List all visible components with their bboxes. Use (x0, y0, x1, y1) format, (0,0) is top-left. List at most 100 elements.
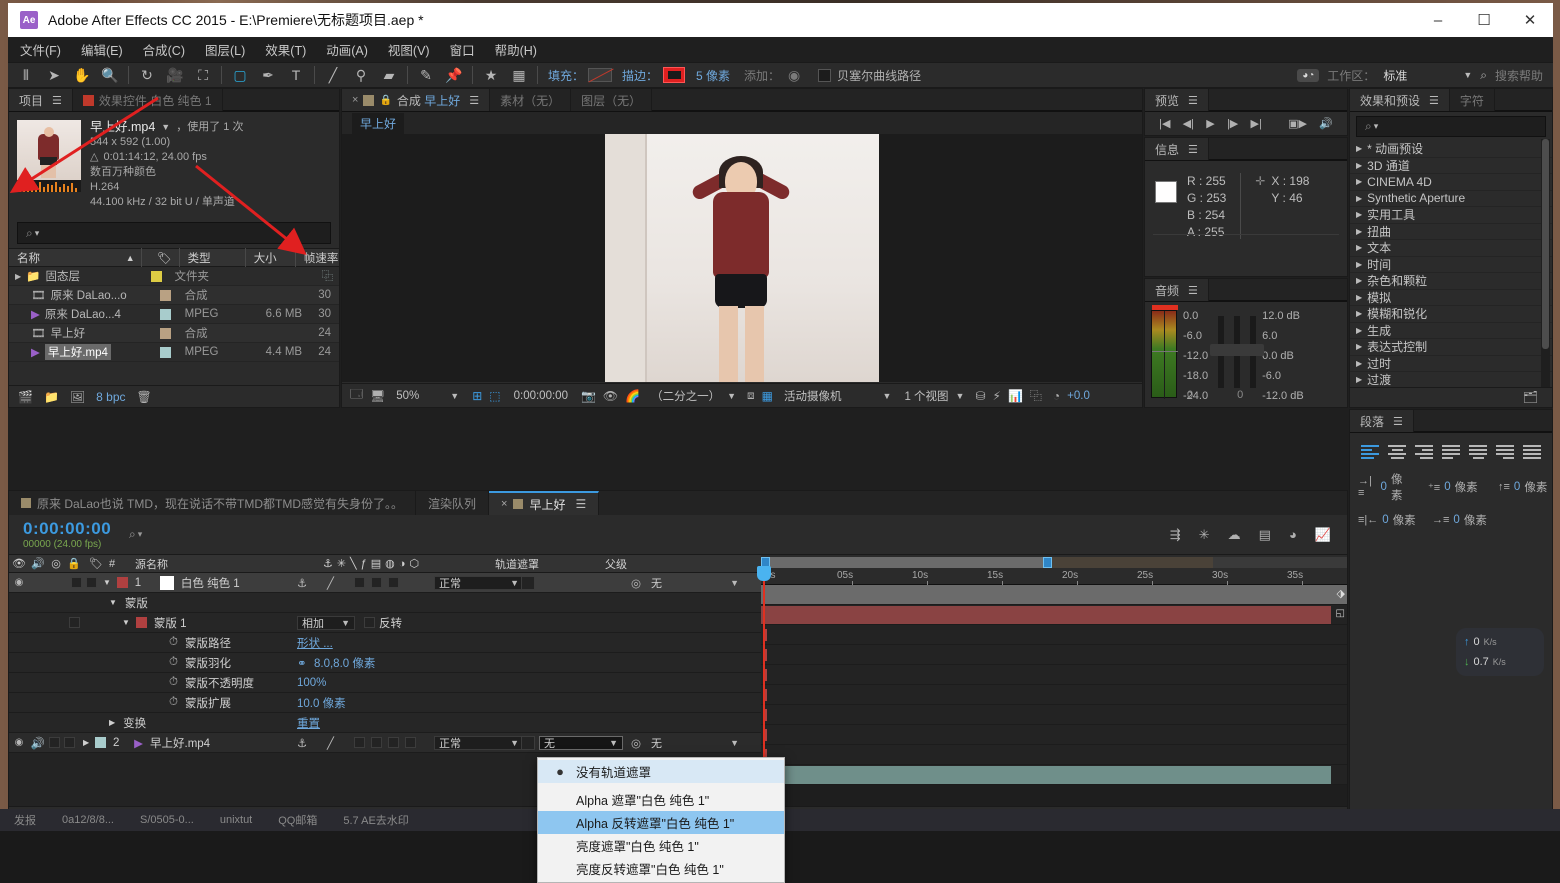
fx-category-cinema4d[interactable]: ▶ CINEMA 4D (1350, 174, 1552, 191)
bit-depth-label[interactable]: 8 bpc (96, 390, 125, 404)
add-menu-icon[interactable]: ◉ (780, 63, 808, 87)
panel-menu-icon[interactable]: ☰ (1393, 415, 1403, 428)
tab-comp-zaoshanghao[interactable]: × 早上好 ☰ (489, 491, 600, 515)
justify-all-icon[interactable] (1523, 445, 1541, 459)
project-row-solids[interactable]: ▶ 📁 固态层 文件夹 ⿻ (9, 267, 339, 286)
project-row-comp-1[interactable]: 🎞 原来 DaLao...o 合成 30 (9, 286, 339, 305)
taskbar-item-4[interactable]: QQ邮箱 (278, 812, 317, 828)
fx-category-animation-presets[interactable]: ▶ * 动画预设 (1350, 141, 1552, 158)
timeline-ruler[interactable]: 0s 05s 10s 15s 20s 25s 30s 35s (761, 555, 1347, 585)
layer-anchor-icon[interactable]: ⚓ (297, 576, 307, 590)
tab-render-queue[interactable]: 渲染队列 (416, 491, 490, 515)
fx-category-distort[interactable]: ▶ 扭曲 (1350, 224, 1552, 240)
mask-mode-select[interactable]: 相加 ▼ (297, 615, 355, 630)
fx-category-simulation[interactable]: ▶ 模拟 (1350, 290, 1552, 306)
timeline-track-area[interactable]: 0s 05s 10s 15s 20s 25s 30s 35s ⬗ (757, 555, 1347, 828)
track-matte-option-none[interactable]: ● 没有轨道遮罩 (538, 760, 784, 783)
layer-expand-triangle-icon[interactable]: ▶ (83, 738, 89, 747)
justify-last-left-icon[interactable] (1442, 445, 1460, 459)
transform-reset-link[interactable]: 重置 (297, 715, 320, 731)
tab-layer[interactable]: 图层（无） (571, 89, 653, 111)
tab-composition[interactable]: × 🔒 合成 早上好 ☰ (342, 89, 491, 111)
layer-blend-mode-select[interactable]: 正常 ▼ (434, 575, 524, 590)
fx-category-text[interactable]: ▶ 文本 (1350, 240, 1552, 257)
timeline-track-layer-2[interactable] (761, 765, 1347, 785)
tab-comp-dalao[interactable]: 原来 DaLao也说 TMD，现在说话不带TMD都TMD感觉有失身份了。。 (9, 491, 417, 515)
draft-3d-icon[interactable]: ◕ (1289, 527, 1297, 543)
maximize-button[interactable]: ☐ (1461, 3, 1507, 37)
workspace-value[interactable]: 标准 (1383, 67, 1407, 84)
property-value[interactable]: 形状 ... (297, 635, 333, 651)
clip-indicator[interactable] (1152, 305, 1178, 310)
eraser-tool-icon[interactable]: ▰ (375, 63, 403, 87)
track-matte-option-luma[interactable]: 亮度遮罩"白色 纯色 1" (538, 834, 784, 857)
composition-viewer[interactable] (342, 134, 1142, 382)
reset-exposure-icon[interactable]: ◔ (1053, 389, 1060, 403)
project-row-comp-2[interactable]: 🎞 早上好 合成 24 (9, 324, 339, 343)
comp-marker-icon[interactable]: ⬗ (1337, 587, 1345, 600)
region-of-interest-icon[interactable]: ⬚ (489, 389, 500, 403)
effects-search-input[interactable]: ⌕ ▾ (1356, 116, 1546, 137)
lock-icon[interactable]: 🔒 (379, 95, 391, 106)
fx-category-noise-grain[interactable]: ▶ 杂色和颗粒 (1350, 273, 1552, 290)
channel-rgb-icon[interactable]: 🌈 (625, 389, 640, 403)
taskbar-item-0[interactable]: 发报 (14, 812, 36, 828)
snapshot-camera-icon[interactable]: 📷 (581, 389, 596, 403)
menu-animation[interactable]: 动画(A) (326, 40, 368, 59)
taskbar-item-2[interactable]: S/0505-0... (140, 814, 194, 826)
panel-menu-icon[interactable]: ☰ (575, 497, 586, 511)
layer-anchor-icon[interactable]: ⚓ (297, 736, 307, 750)
tab-preview[interactable]: 预览 ☰ (1145, 89, 1209, 111)
delete-trash-icon[interactable]: 🗑 (137, 390, 152, 404)
prev-frame-icon[interactable]: ◀| (1183, 117, 1194, 130)
project-row-video-2-selected[interactable]: ▶ 早上好.mp4 MPEG 4.4 MB 24 (9, 343, 339, 362)
align-center-icon[interactable] (1388, 445, 1406, 459)
transform-expand-triangle-icon[interactable]: ▶ (109, 718, 115, 727)
menu-edit[interactable]: 编辑(E) (81, 40, 123, 59)
asset-chevron-down-icon[interactable]: ▼ (161, 120, 170, 135)
column-size[interactable]: 大小 (246, 248, 296, 267)
track-matte-option-alpha[interactable]: Alpha 遮罩"白色 纯色 1" (538, 788, 784, 811)
hand-tool-icon[interactable]: ✋ (68, 63, 96, 87)
layer-name[interactable]: 白色 纯色 1 (181, 575, 240, 591)
views-value[interactable]: 1 个视图 (904, 388, 948, 404)
clone-stamp-tool-icon[interactable]: ⚲ (347, 63, 375, 87)
tab-character[interactable]: 字符 (1449, 89, 1495, 111)
fx-category-time[interactable]: ▶ 时间 (1350, 257, 1552, 273)
audio-toggle-icon[interactable]: 🔊 (1319, 117, 1333, 130)
panel-menu-icon[interactable]: ☰ (469, 94, 479, 107)
stroke-width-value[interactable]: 5 像素 (696, 67, 730, 84)
work-area-end-handle[interactable] (1043, 557, 1052, 568)
stopwatch-icon[interactable]: ⏱ (169, 636, 178, 649)
fx-category-utility[interactable]: ▶ 实用工具 (1350, 207, 1552, 224)
work-area-bar[interactable] (761, 557, 1347, 568)
views-chevron-down-icon[interactable]: ▼ (956, 391, 965, 401)
layer-track-matte-select[interactable]: 无 ▼ (539, 735, 623, 750)
tab-project[interactable]: 项目 ☰ (9, 89, 73, 111)
workspace-chevron-down-icon[interactable]: ▼ (1463, 70, 1472, 80)
fx-category-blur-sharpen[interactable]: ▶ 模糊和锐化 (1350, 306, 1552, 323)
close-icon[interactable]: × (352, 94, 358, 106)
layer-lock-box[interactable] (71, 577, 82, 588)
search-help-icon[interactable]: ⌕ (1480, 68, 1487, 83)
resolution-chevron-down-icon[interactable]: ▼ (727, 391, 736, 401)
mask-invert-checkbox[interactable] (364, 617, 375, 628)
stroke-swatch[interactable] (663, 67, 686, 83)
brush-tool-icon[interactable]: ╱ (319, 63, 347, 87)
camera-value[interactable]: 活动摄像机 (784, 388, 842, 404)
zoom-tool-icon[interactable]: 🔍 (96, 63, 124, 87)
fx-category-expression-controls[interactable]: ▶ 表达式控制 (1350, 339, 1552, 356)
menu-effect[interactable]: 效果(T) (265, 40, 306, 59)
new-comp-icon[interactable]: 🎬 (18, 390, 33, 404)
pan-behind-tool-icon[interactable]: ⛶ (189, 63, 217, 87)
parent-pickwhip-icon[interactable]: ◎ (631, 576, 641, 590)
align-left-icon[interactable] (1361, 445, 1379, 459)
close-button[interactable]: ✕ (1507, 3, 1553, 37)
play-icon[interactable]: ▶ (1206, 117, 1214, 130)
menu-help[interactable]: 帮助(H) (495, 40, 537, 59)
justify-last-right-icon[interactable] (1496, 445, 1514, 459)
tab-footage[interactable]: 素材（无） (490, 89, 572, 111)
resolution-value[interactable]: （二分之一） (651, 388, 720, 404)
mask-name[interactable]: 蒙版 1 (154, 615, 187, 631)
property-value[interactable]: 8.0,8.0 像素 (314, 655, 375, 671)
